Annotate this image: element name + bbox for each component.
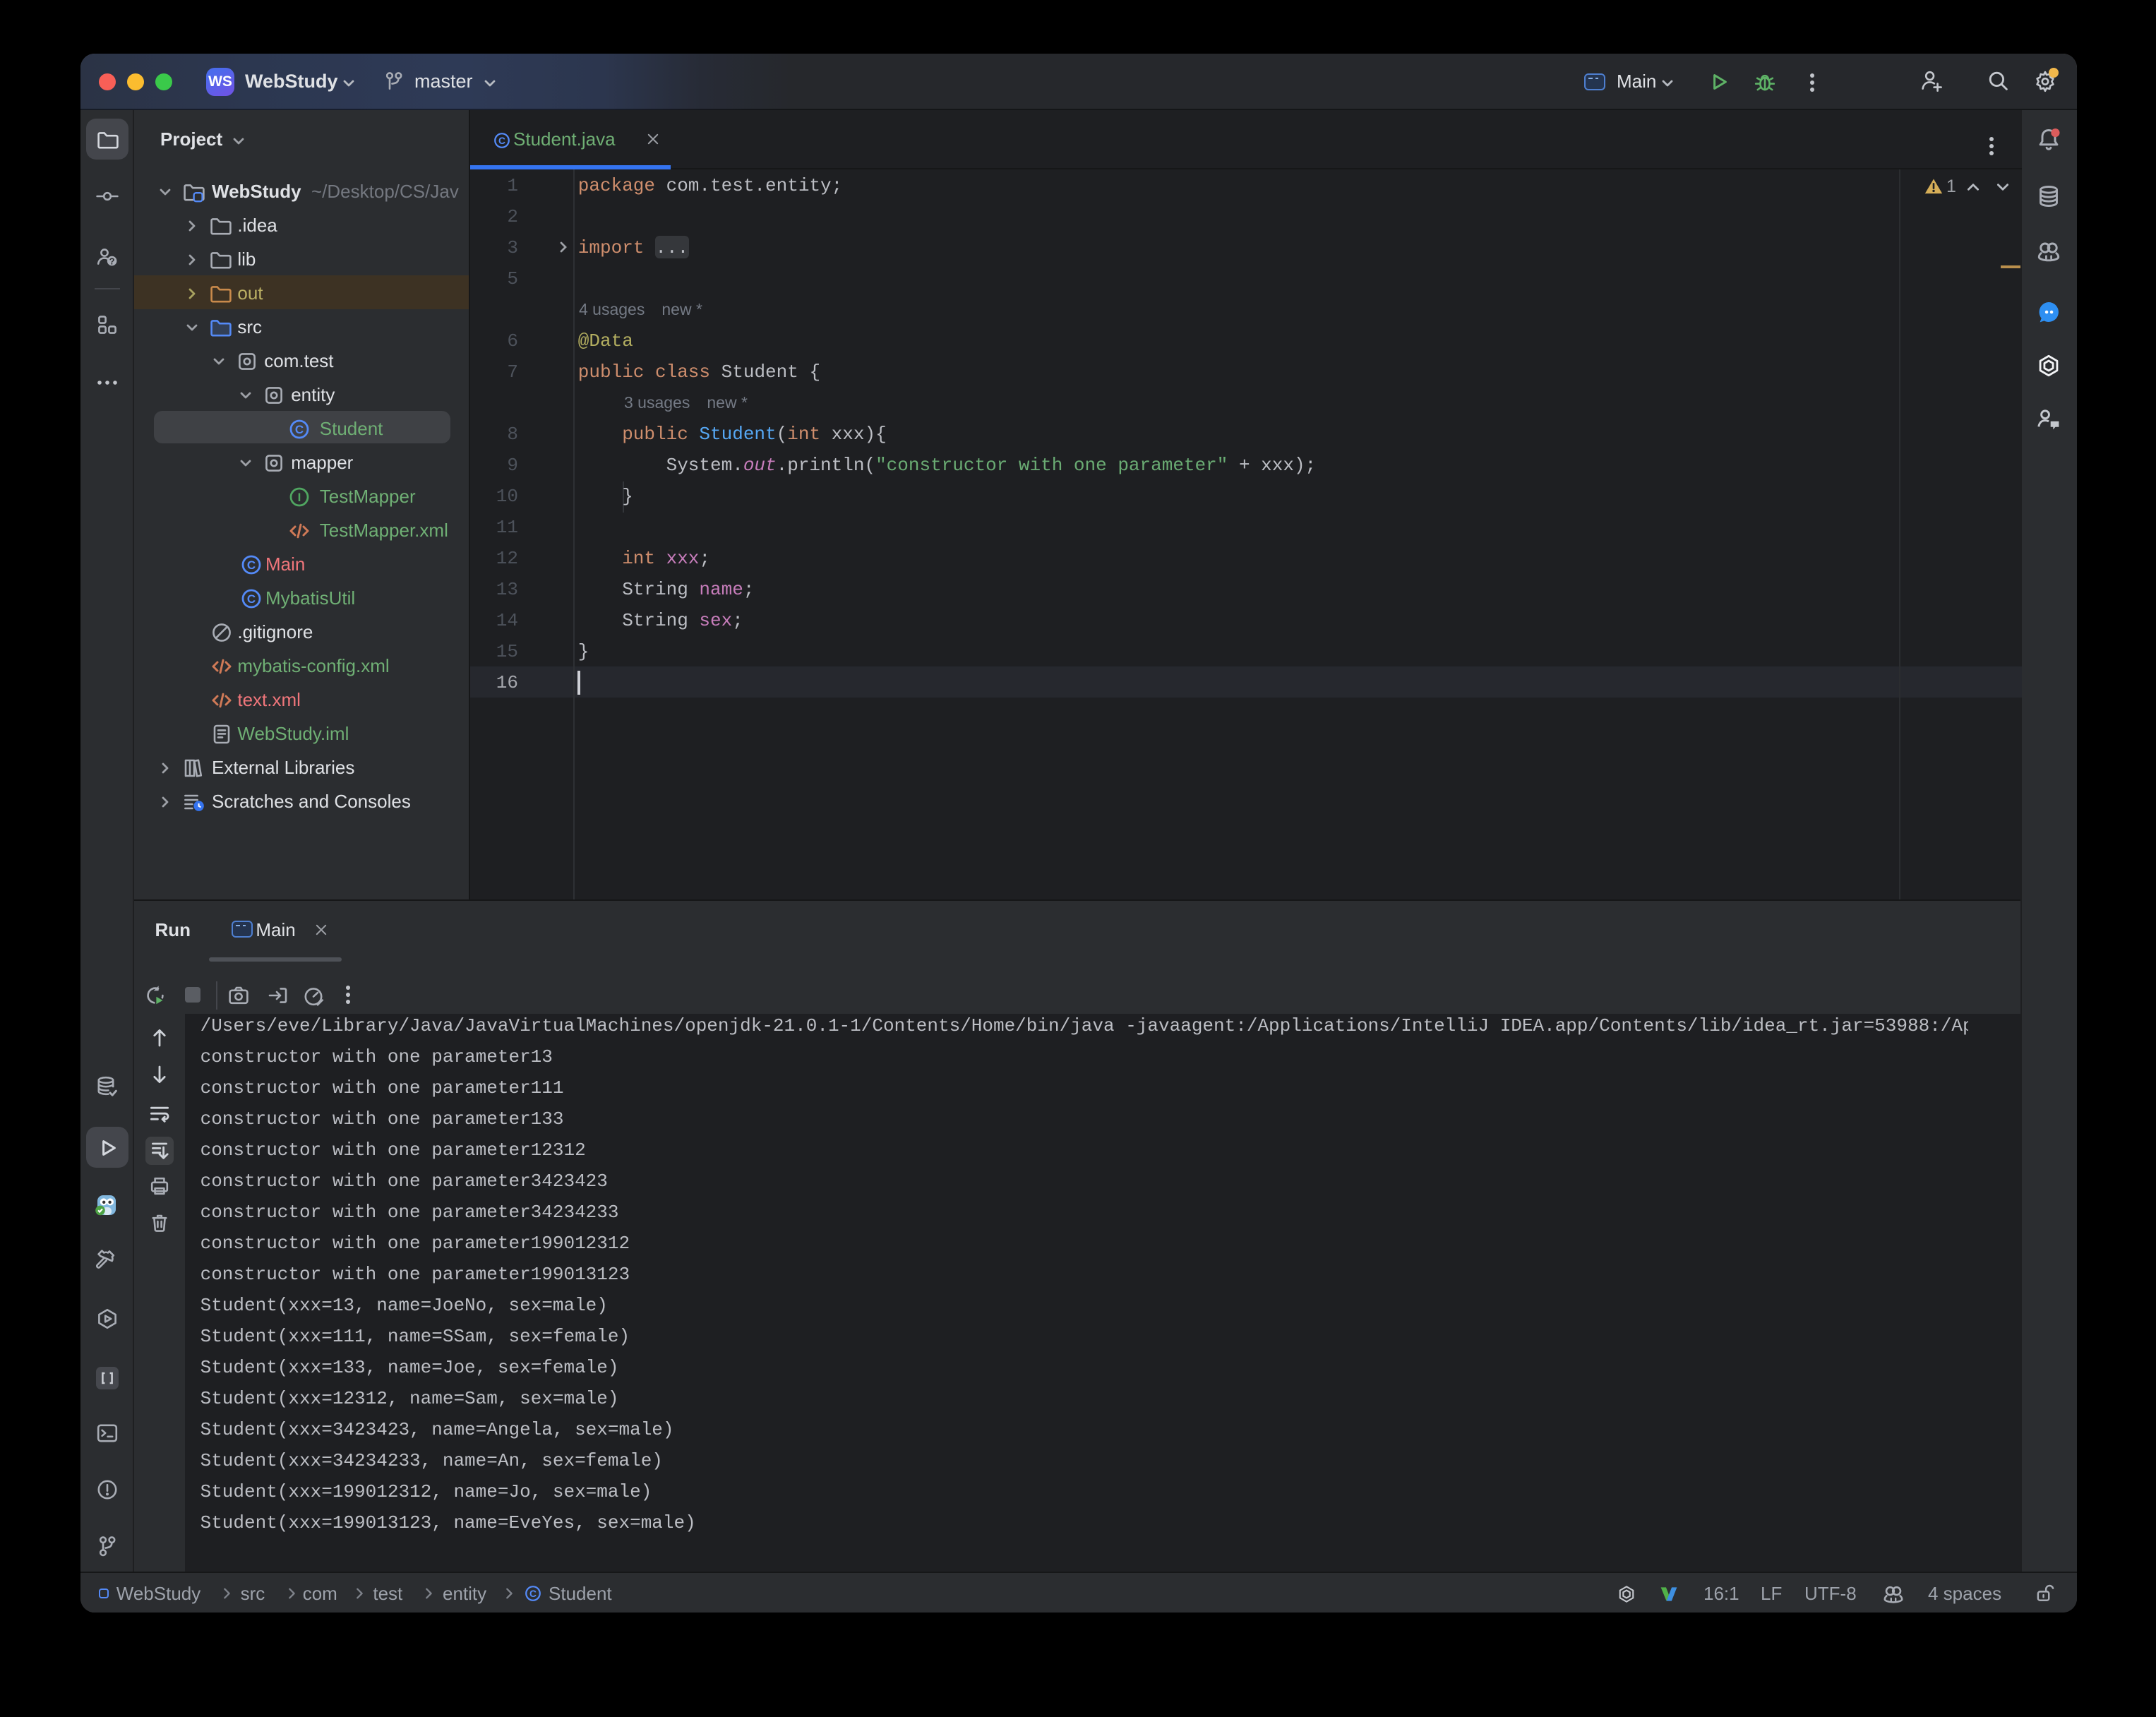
svg-text:?: ? bbox=[109, 256, 114, 266]
svg-text:C: C bbox=[246, 592, 255, 606]
svg-text:C: C bbox=[498, 134, 505, 145]
svg-text:C: C bbox=[529, 1588, 537, 1599]
svg-text:I: I bbox=[298, 491, 301, 504]
svg-text:C: C bbox=[295, 423, 304, 436]
svg-text:C: C bbox=[246, 558, 255, 572]
